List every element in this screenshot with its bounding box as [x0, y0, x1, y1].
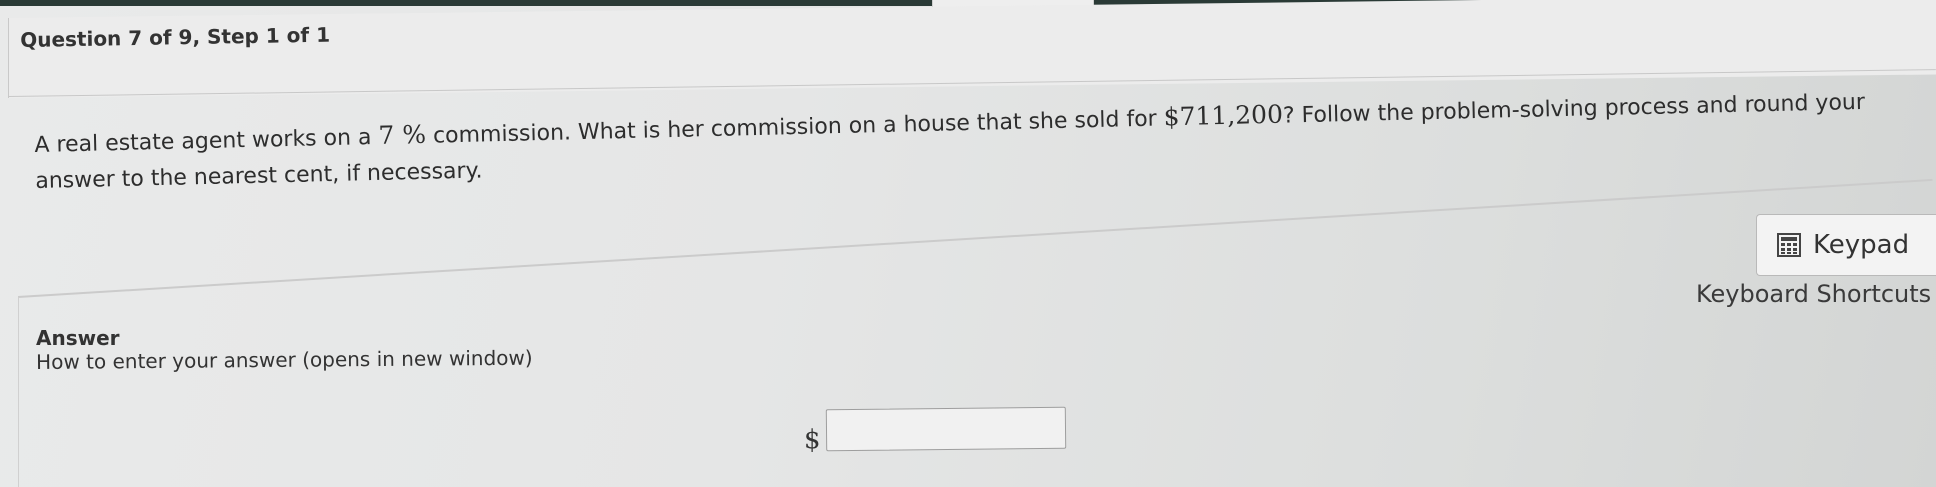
problem-text-2: commission. What is her commission on a …	[425, 106, 1164, 149]
answer-input[interactable]	[825, 406, 1067, 452]
commission-percent: 7 %	[378, 119, 427, 150]
answer-heading: Answer	[36, 326, 120, 350]
answer-panel-border	[18, 298, 19, 487]
keypad-label: Keypad	[1813, 230, 1910, 260]
problem-text-1: A real estate agent works on a	[34, 124, 379, 158]
keyboard-shortcuts-link[interactable]: Keyboard Shortcuts	[1696, 280, 1931, 308]
answer-help-link[interactable]: How to enter your answer (opens in new w…	[36, 346, 533, 374]
calculator-icon	[1777, 233, 1801, 257]
keypad-button[interactable]: Keypad	[1756, 214, 1936, 276]
page: Question 7 of 9, Step 1 of 1 A real esta…	[0, 0, 1936, 487]
currency-symbol: $	[804, 425, 821, 455]
problem-statement: A real estate agent works on a 7 % commi…	[34, 82, 1905, 200]
house-price: $711,200	[1163, 99, 1284, 132]
answer-divider	[18, 178, 1933, 298]
